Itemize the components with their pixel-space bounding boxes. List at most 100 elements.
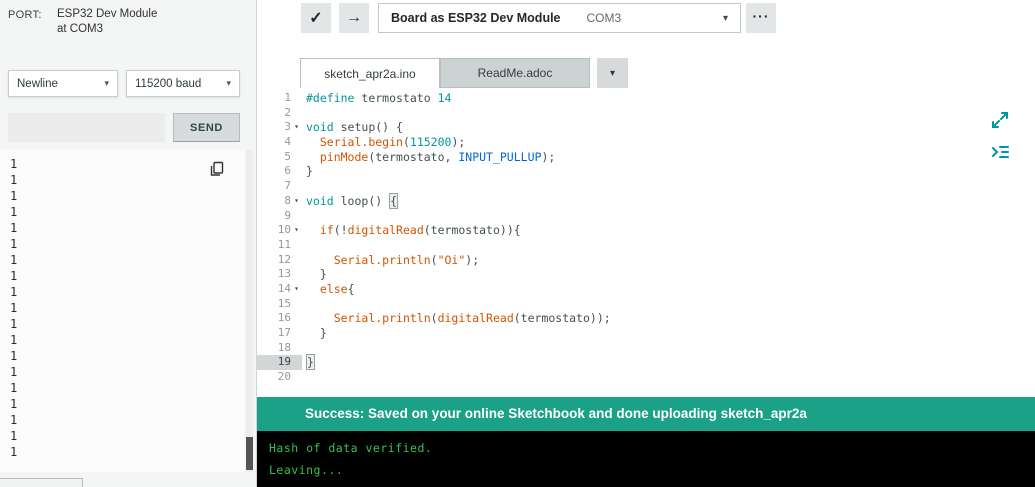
chevron-down-icon: ▾ [226, 78, 231, 88]
code-line: } [306, 267, 327, 282]
line-number: 8 ▾ [257, 194, 302, 209]
code-line: } [306, 326, 327, 340]
fullscreen-expand-icon[interactable] [990, 110, 1012, 132]
code-line: else{ [319, 281, 355, 296]
upload-button[interactable]: → [339, 3, 369, 33]
line-number: 3 ▾ [257, 120, 302, 135]
baud-rate-value: 115200 baud [135, 77, 202, 90]
serial-scrollbar-thumb[interactable] [246, 437, 253, 470]
line-number: 16 [277, 311, 291, 325]
output-console: Hash of data verified. Leaving... [257, 431, 1035, 487]
baud-rate-select[interactable]: 115200 baud ▾ [126, 70, 240, 97]
code-line: } [306, 164, 313, 179]
line-number: 18 [277, 340, 291, 354]
editor-panel: ✓ → Board as ESP32 Dev Module COM3 ▾ ···… [257, 0, 1035, 487]
serial-message-input[interactable] [8, 113, 165, 142]
chevron-down-icon: ▾ [104, 78, 109, 88]
fold-arrow-icon[interactable]: ▾ [291, 223, 302, 238]
line-number: 2 [284, 105, 291, 119]
serial-output-line: 1 [10, 349, 18, 363]
more-options-button[interactable]: ··· [746, 3, 776, 33]
line-number: 19 [257, 355, 302, 371]
serial-output-line: 1 [10, 445, 18, 459]
serial-output-line: 1 [10, 189, 18, 203]
left-panel-bottom-button-partial[interactable] [0, 478, 83, 487]
board-selector-port: COM3 [586, 11, 622, 25]
fold-arrow-icon[interactable]: ▾ [291, 120, 302, 135]
ellipsis-icon: ··· [752, 8, 770, 24]
fold-arrow-icon[interactable]: ▾ [291, 282, 302, 297]
code-line: Serial.println(digitalRead(termostato)); [333, 311, 611, 326]
line-number: 17 [277, 326, 291, 339]
code-line: Serial.println("Oi"); [333, 252, 480, 267]
code-editor[interactable]: 1 2 3 ▾ 4 5 6 7 8 ▾ 9 10 ▾ 11 12 13 14 ▾ 15 16 17 18 19 20 #def… [257, 88, 1035, 397]
console-line: Leaving... [269, 463, 344, 477]
arduino-web-editor: PORT: ESP32 Dev Module at COM3 Newline ▾… [0, 0, 1035, 487]
serial-output-line: 1 [10, 429, 18, 443]
serial-output-line: 1 [10, 365, 18, 379]
line-number: 14 ▾ [257, 282, 302, 297]
serial-output-line: 1 [10, 253, 18, 267]
code-lines: #define termostato 14 void setup() { Seri… [302, 91, 1035, 385]
line-number: 12 [277, 252, 291, 266]
code-line: pinMode(termostato, INPUT_PULLUP); [319, 149, 556, 164]
code-line: Serial.begin(115200); [319, 135, 466, 150]
line-number: 9 [284, 208, 291, 222]
line-number: 4 [284, 135, 291, 149]
line-number: 5 [284, 149, 291, 163]
tab-readme[interactable]: ReadMe.adoc [440, 58, 590, 88]
line-number: 7 [284, 179, 291, 193]
code-line: void setup() { [306, 120, 403, 135]
code-line: } [306, 354, 315, 371]
serial-output-line: 1 [10, 413, 18, 427]
serial-scrollbar-track [246, 150, 253, 472]
console-toggle-icon[interactable] [990, 142, 1012, 164]
board-port-selector[interactable]: Board as ESP32 Dev Module COM3 ▾ [378, 3, 741, 33]
line-ending-select[interactable]: Newline ▾ [8, 70, 118, 97]
line-number: 13 [277, 267, 291, 281]
code-line: #define termostato 14 [306, 91, 452, 105]
serial-output-line: 1 [10, 237, 18, 251]
serial-output-line: 1 [10, 205, 18, 219]
serial-monitor-panel: PORT: ESP32 Dev Module at COM3 Newline ▾… [0, 0, 256, 487]
chevron-down-icon: ▾ [722, 12, 728, 24]
fold-arrow-icon[interactable]: ▾ [291, 194, 302, 209]
copy-icon[interactable] [208, 160, 226, 178]
serial-output-line: 1 [10, 221, 18, 235]
tab-list-dropdown-button[interactable]: ▾ [597, 58, 628, 88]
port-value: ESP32 Dev Module at COM3 [57, 7, 157, 37]
send-button[interactable]: SEND [173, 113, 240, 142]
tab-label: sketch_apr2a.ino [324, 66, 416, 81]
serial-output-line: 1 [10, 333, 18, 347]
verify-button[interactable]: ✓ [301, 3, 331, 33]
port-board-name: ESP32 Dev Module [57, 8, 158, 20]
tab-label: ReadMe.adoc [477, 66, 553, 80]
board-selector-label: Board as ESP32 Dev Module [391, 11, 561, 25]
line-number: 10 ▾ [257, 223, 302, 238]
serial-output-line: 1 [10, 301, 18, 315]
serial-output-area[interactable]: 1111111111111111111 [0, 150, 245, 472]
console-line: Hash of data verified. [269, 441, 433, 455]
serial-output-line: 1 [10, 317, 18, 331]
line-number: 15 [277, 296, 291, 310]
chevron-down-icon: ▾ [609, 67, 616, 79]
code-line: void loop() { [306, 192, 399, 209]
port-com-name: at COM3 [57, 23, 104, 35]
line-ending-value: Newline [17, 77, 58, 90]
serial-output-line: 1 [10, 285, 18, 299]
port-label: PORT: [8, 9, 42, 21]
line-number-gutter: 1 2 3 ▾ 4 5 6 7 8 ▾ 9 10 ▾ 11 12 13 14 ▾ 15 16 17 18 19 20 [257, 91, 302, 385]
serial-output-line: 1 [10, 269, 18, 283]
success-notification: Success: Saved on your online Sketchbook… [257, 397, 1035, 431]
serial-output-line: 1 [10, 397, 18, 411]
line-number: 6 [284, 164, 291, 178]
line-number: 11 [277, 237, 291, 251]
tab-sketch[interactable]: sketch_apr2a.ino [300, 58, 440, 88]
